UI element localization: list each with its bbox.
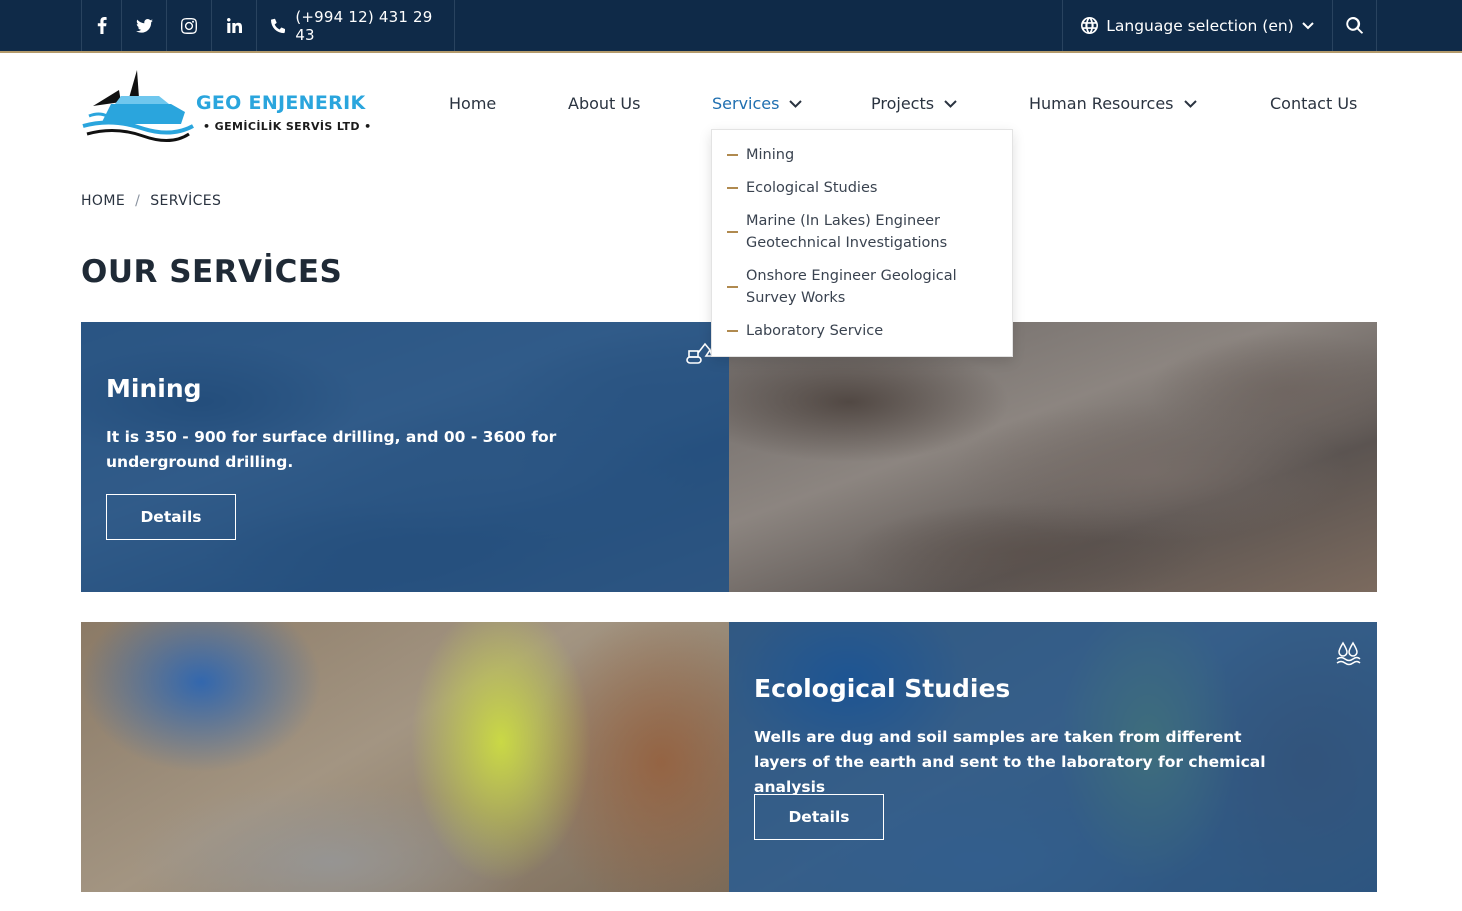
nav-contact-us[interactable]: Contact Us — [1270, 94, 1357, 113]
phone-link[interactable]: (+994 12) 431 29 43 — [256, 0, 455, 51]
service-description: It is 350 - 900 for surface drilling, an… — [106, 428, 557, 471]
service-text-panel: Mining It is 350 - 900 for surface drill… — [81, 322, 729, 592]
dash-marker — [727, 286, 738, 288]
nav-about-us-label: About Us — [568, 94, 641, 113]
water-drops-icon — [1336, 641, 1361, 666]
service-title: Ecological Studies — [754, 674, 1011, 703]
dash-marker — [727, 187, 738, 189]
dropdown-item-label: Marine (In Lakes) Engineer Geotechnical … — [746, 213, 948, 251]
nav-contact-us-label: Contact Us — [1270, 94, 1358, 113]
search-button[interactable] — [1332, 0, 1377, 51]
dropdown-item-laboratory-service[interactable]: Laboratory Service — [727, 320, 998, 342]
dropdown-item-label: Onshore Engineer Geological Survey Works — [746, 268, 957, 306]
chevron-down-icon — [1302, 21, 1314, 29]
breadcrumb-home[interactable]: HOME — [81, 193, 125, 209]
dropdown-item-marine-investigations[interactable]: Marine (In Lakes) Engineer Geotechnical … — [727, 210, 998, 254]
dropdown-item-onshore-survey[interactable]: Onshore Engineer Geological Survey Works — [727, 265, 998, 309]
dropdown-item-ecological-studies[interactable]: Ecological Studies — [727, 177, 998, 199]
service-card-ecological-studies: Ecological Studies Wells are dug and soi… — [81, 622, 1377, 892]
globe-icon — [1081, 17, 1099, 34]
facebook-link[interactable] — [81, 0, 121, 51]
twitter-link[interactable] — [121, 0, 166, 51]
logo-title: GEO ENJENERIK — [196, 92, 366, 114]
service-card-mining: Mining It is 350 - 900 for surface drill… — [81, 322, 1377, 592]
service-text-panel: Ecological Studies Wells are dug and soi… — [729, 622, 1377, 892]
linkedin-icon — [226, 18, 242, 33]
dropdown-item-mining[interactable]: Mining — [727, 144, 998, 166]
chevron-down-icon — [1183, 99, 1197, 108]
linkedin-link[interactable] — [211, 0, 256, 51]
nav-human-resources[interactable]: Human Resources — [1029, 94, 1197, 113]
details-button[interactable]: Details — [754, 794, 884, 840]
nav-home-label: Home — [449, 94, 497, 113]
facebook-icon — [97, 17, 107, 34]
excavator-icon — [686, 342, 713, 364]
dash-marker — [727, 330, 738, 332]
breadcrumb-current: SERVİCES — [150, 193, 222, 209]
instagram-icon — [181, 17, 197, 34]
language-label: Language selection (en) — [1106, 16, 1294, 35]
nav-services[interactable]: Services — [712, 94, 803, 113]
nav-services-label: Services — [712, 94, 780, 113]
search-icon — [1346, 17, 1363, 34]
chevron-down-icon — [944, 99, 957, 108]
nav-human-resources-label: Human Resources — [1029, 94, 1174, 113]
service-title: Mining — [106, 374, 202, 403]
dropdown-item-label: Laboratory Service — [746, 323, 884, 339]
twitter-icon — [135, 18, 153, 33]
services-dropdown: Mining Ecological Studies Marine (In Lak… — [711, 129, 1013, 357]
details-button[interactable]: Details — [106, 494, 236, 540]
breadcrumb-separator: / — [135, 193, 141, 209]
top-bar: (+994 12) 431 29 43 Language selection (… — [0, 0, 1462, 53]
page-title: OUR SERVİCES — [81, 254, 343, 290]
dropdown-item-label: Ecological Studies — [746, 180, 878, 196]
dash-marker — [727, 154, 738, 156]
dash-marker — [727, 231, 738, 233]
ship-logo-icon — [82, 70, 194, 142]
ecological-photo — [81, 622, 729, 892]
language-selector[interactable]: Language selection (en) — [1062, 0, 1332, 51]
nav-projects[interactable]: Projects — [871, 94, 957, 113]
mining-photo — [729, 322, 1377, 592]
nav-projects-label: Projects — [871, 94, 935, 113]
instagram-link[interactable] — [166, 0, 211, 51]
logo[interactable]: GEO ENJENERIK • GEMİCİLİK SERVİS LTD • — [81, 68, 391, 144]
service-description: Wells are dug and soil samples are taken… — [754, 728, 1266, 796]
dropdown-item-label: Mining — [746, 147, 795, 163]
phone-number: (+994 12) 431 29 43 — [295, 7, 433, 44]
phone-icon — [271, 18, 286, 33]
nav-home[interactable]: Home — [449, 94, 496, 113]
breadcrumb: HOME / SERVİCES — [81, 193, 221, 209]
logo-subtitle: • GEMİCİLİK SERVİS LTD • — [203, 120, 372, 133]
chevron-down-icon — [789, 99, 803, 108]
nav-about-us[interactable]: About Us — [568, 94, 640, 113]
